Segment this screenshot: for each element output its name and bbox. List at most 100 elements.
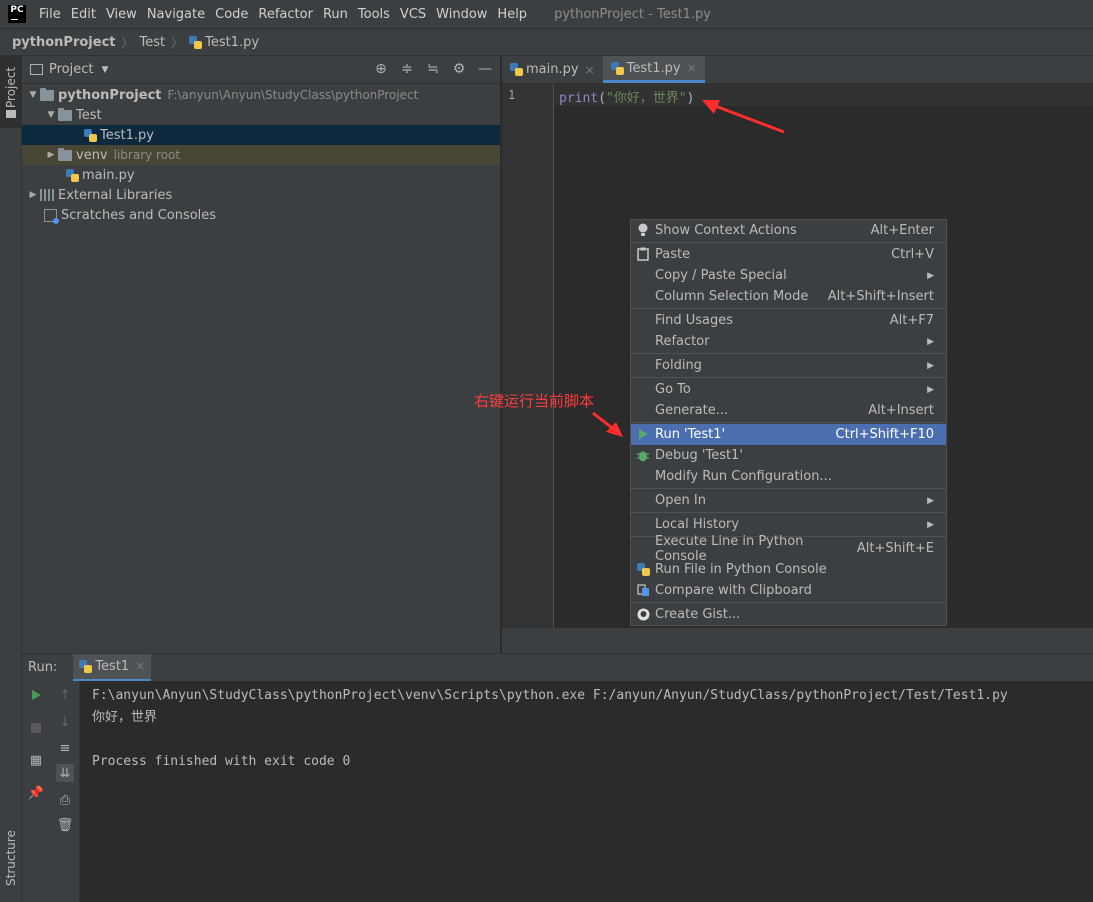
- menu-item-compare-with-clipboard[interactable]: Compare with Clipboard: [631, 580, 946, 601]
- menu-code[interactable]: Code: [210, 7, 253, 22]
- soft-wrap-icon[interactable]: ≡: [56, 739, 74, 757]
- scratches-icon: [44, 208, 59, 224]
- run-console-output[interactable]: F:\anyun\Anyun\StudyClass\pythonProject\…: [80, 681, 1093, 902]
- tree-item-test-folder[interactable]: ▼ Test: [22, 105, 500, 125]
- menu-item-debug-test1[interactable]: Debug 'Test1': [631, 445, 946, 466]
- chevron-right-icon[interactable]: ▶: [44, 150, 58, 160]
- menu-item-label: Compare with Clipboard: [655, 583, 812, 598]
- chevron-down-icon[interactable]: ▼: [101, 65, 108, 75]
- tree-item-external-libraries[interactable]: ▶ External Libraries: [22, 185, 500, 205]
- menu-separator: [631, 422, 946, 423]
- chevron-down-icon[interactable]: ▼: [44, 110, 58, 120]
- tree-root-path: F:\anyun\Anyun\StudyClass\pythonProject: [167, 88, 419, 102]
- tree-item-root[interactable]: ▼ pythonProject F:\anyun\Anyun\StudyClas…: [22, 85, 500, 105]
- menu-refactor[interactable]: Refactor: [253, 7, 318, 22]
- breadcrumb-project[interactable]: pythonProject: [12, 35, 116, 50]
- project-panel-title[interactable]: Project: [49, 62, 93, 77]
- breadcrumb: pythonProject 〉 Test 〉 Test1.py: [0, 28, 1093, 56]
- menu-item-run-test1[interactable]: Run 'Test1' Ctrl+Shift+F10: [631, 424, 946, 445]
- annotation-text: 右键运行当前脚本: [474, 392, 595, 410]
- folder-icon: [40, 87, 54, 101]
- menu-item-label: Open In: [655, 493, 706, 508]
- menu-help[interactable]: Help: [492, 7, 532, 22]
- menu-item-local-history[interactable]: Local History ▶: [631, 514, 946, 535]
- gear-icon[interactable]: ⚙: [450, 60, 468, 78]
- menu-item-copy-paste-special[interactable]: Copy / Paste Special ▶: [631, 265, 946, 286]
- stop-icon[interactable]: [27, 719, 45, 737]
- menu-edit[interactable]: Edit: [66, 7, 101, 22]
- menu-item-run-file-in-console[interactable]: Run File in Python Console: [631, 559, 946, 580]
- project-tool-tab[interactable]: Project: [0, 56, 22, 128]
- menu-item-folding[interactable]: Folding ▶: [631, 355, 946, 376]
- arrow-up-icon[interactable]: ↑: [56, 686, 74, 704]
- print-icon[interactable]: ⎙: [56, 791, 74, 809]
- menu-item-find-usages[interactable]: Find Usages Alt+F7: [631, 310, 946, 331]
- scroll-to-end-icon[interactable]: ⇊: [56, 764, 74, 782]
- menu-item-go-to[interactable]: Go To ▶: [631, 379, 946, 400]
- submenu-arrow-icon: ▶: [927, 384, 934, 395]
- run-panel-label: Run:: [28, 660, 58, 675]
- editor-tab-bar: main.py × Test1.py ×: [502, 56, 1093, 84]
- expand-all-icon[interactable]: ≑: [398, 60, 416, 78]
- close-icon[interactable]: ×: [687, 61, 697, 75]
- close-icon[interactable]: ×: [135, 659, 145, 673]
- rerun-icon[interactable]: [27, 686, 45, 704]
- tree-item-test1-file[interactable]: Test1.py: [22, 125, 500, 145]
- pin-icon[interactable]: 📌: [27, 784, 45, 802]
- menu-item-open-in[interactable]: Open In ▶: [631, 490, 946, 511]
- menu-tools[interactable]: Tools: [353, 7, 395, 22]
- tree-item-main-file[interactable]: main.py: [22, 165, 500, 185]
- chevron-right-icon[interactable]: ▶: [26, 190, 40, 200]
- logo-text: PC: [10, 5, 24, 15]
- tab-main-py[interactable]: main.py ×: [502, 56, 603, 83]
- breadcrumb-folder[interactable]: Test: [140, 35, 166, 50]
- annotation-arrow-code: [702, 100, 785, 134]
- hide-icon[interactable]: —: [476, 60, 494, 78]
- python-file-icon: [66, 168, 79, 182]
- folder-icon: [58, 147, 72, 161]
- menu-item-label: Local History: [655, 517, 740, 532]
- project-tool-tab-label: Project: [4, 66, 18, 108]
- menu-run[interactable]: Run: [318, 7, 353, 22]
- editor-gutter: 1: [502, 84, 554, 628]
- run-tab-label: Test1: [95, 658, 130, 674]
- chevron-down-icon[interactable]: ▼: [26, 90, 40, 100]
- menu-vcs[interactable]: VCS: [395, 7, 431, 22]
- menu-item-execute-line-in-console[interactable]: Execute Line in Python Console Alt+Shift…: [631, 534, 946, 564]
- menu-item-shortcut: Ctrl+V: [891, 247, 934, 262]
- trash-icon[interactable]: 🗑: [56, 816, 74, 834]
- submenu-arrow-icon: ▶: [927, 336, 934, 347]
- menu-item-label: Refactor: [655, 334, 710, 349]
- menu-navigate[interactable]: Navigate: [142, 7, 210, 22]
- tab-test1-py-label: Test1.py: [626, 60, 681, 76]
- menu-item-shortcut: Alt+Insert: [868, 403, 934, 418]
- menu-item-generate[interactable]: Generate... Alt+Insert: [631, 400, 946, 421]
- tree-item-scratches[interactable]: Scratches and Consoles: [22, 205, 500, 225]
- close-icon[interactable]: ×: [585, 63, 595, 77]
- tree-test1-label: Test1.py: [100, 127, 154, 143]
- menu-item-create-gist[interactable]: Create Gist...: [631, 604, 946, 625]
- menu-view[interactable]: View: [101, 7, 142, 22]
- breadcrumb-file[interactable]: Test1.py: [205, 35, 259, 50]
- menu-item-paste[interactable]: Paste Ctrl+V: [631, 244, 946, 265]
- run-tab-test1[interactable]: Test1 ×: [73, 653, 152, 682]
- menu-item-shortcut: Alt+Shift+Insert: [827, 289, 934, 304]
- tab-test1-py[interactable]: Test1.py ×: [602, 56, 705, 83]
- menu-window[interactable]: Window: [431, 7, 492, 22]
- locate-icon[interactable]: ⊕: [372, 60, 390, 78]
- tree-item-venv[interactable]: ▶ venv library root: [22, 145, 500, 165]
- structure-tool-tab[interactable]: Structure: [0, 824, 22, 902]
- left-tool-strip: Project Structure: [0, 56, 22, 902]
- menu-item-show-context-actions[interactable]: Show Context Actions Alt+Enter: [631, 220, 946, 241]
- menu-item-column-selection-mode[interactable]: Column Selection Mode Alt+Shift+Insert: [631, 286, 946, 307]
- python-logo-icon: [636, 562, 650, 576]
- menu-file[interactable]: File: [34, 7, 66, 22]
- menu-item-modify-run-configuration[interactable]: Modify Run Configuration...: [631, 466, 946, 487]
- menu-item-shortcut: Alt+F7: [889, 313, 934, 328]
- arrow-down-icon[interactable]: ↓: [56, 713, 74, 731]
- folder-icon: [58, 107, 72, 121]
- menu-item-refactor[interactable]: Refactor ▶: [631, 331, 946, 352]
- code-line[interactable]: print("你好，世界"): [555, 84, 1093, 106]
- collapse-all-icon[interactable]: ≒: [424, 60, 442, 78]
- layout-icon[interactable]: ▦: [27, 751, 45, 769]
